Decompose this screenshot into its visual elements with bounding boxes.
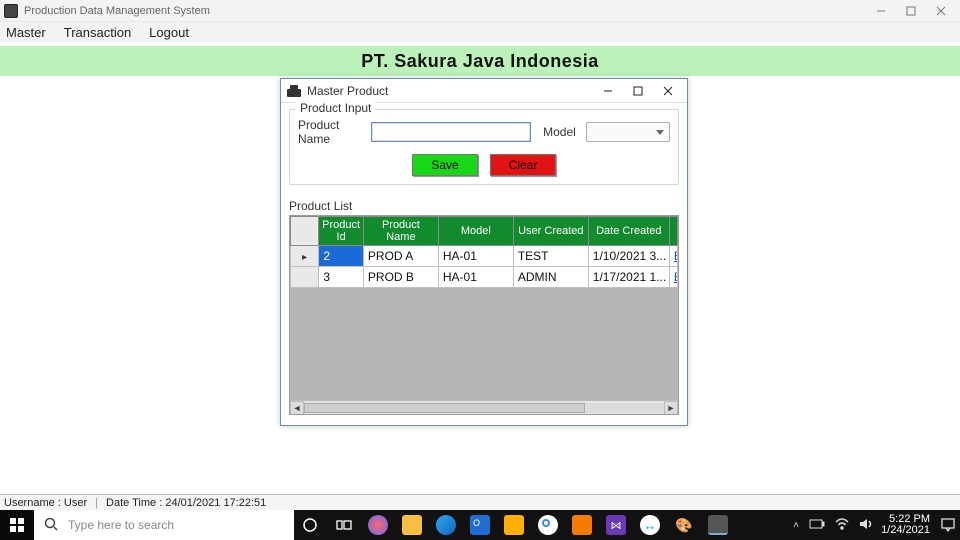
grid-header-model[interactable]: Model	[438, 217, 513, 246]
grid-corner[interactable]	[291, 217, 319, 246]
product-grid[interactable]: Product Id Product Name Model User Creat…	[289, 215, 679, 415]
dialog-maximize-button[interactable]	[625, 81, 651, 101]
cortana-icon[interactable]	[300, 515, 320, 535]
paint-icon[interactable]: 🎨	[674, 515, 694, 535]
product-input-group-title: Product Input	[296, 101, 375, 115]
menu-master[interactable]: Master	[6, 25, 46, 40]
dialog-title: Master Product	[307, 84, 595, 98]
row-header[interactable]	[291, 267, 319, 288]
grid-horizontal-scrollbar[interactable]: ◄ ►	[290, 400, 678, 414]
row-header[interactable]	[291, 246, 319, 267]
status-username-value: User	[64, 497, 87, 509]
cell-extra[interactable]: E	[669, 246, 677, 267]
app-icon	[4, 4, 18, 18]
window-title: Production Data Management System	[24, 5, 866, 17]
grid-header-product-name[interactable]: Product Name	[363, 217, 438, 246]
action-center-icon[interactable]	[936, 510, 960, 540]
status-datetime-label: Date Time :	[106, 497, 162, 509]
table-row[interactable]: 2 PROD A HA-01 TEST 1/10/2021 3... E	[291, 246, 678, 267]
outlook-icon[interactable]: O	[470, 515, 490, 535]
taskbar-search[interactable]: Type here to search	[34, 510, 294, 540]
sound-icon[interactable]	[859, 518, 873, 533]
this-app-taskbar-icon[interactable]	[708, 515, 728, 535]
product-input-group: Product Input Product Name Model Save Cl…	[289, 109, 679, 185]
start-button[interactable]	[0, 510, 34, 540]
chrome-icon[interactable]	[538, 515, 558, 535]
cell-date-created[interactable]: 1/17/2021 1...	[588, 267, 669, 288]
taskbar-date: 1/24/2021	[881, 525, 930, 536]
cell-extra[interactable]: E	[669, 267, 677, 288]
grid-header-user-created[interactable]: User Created	[513, 217, 588, 246]
edge-icon[interactable]	[436, 515, 456, 535]
cell-model[interactable]: HA-01	[438, 246, 513, 267]
tray-expand-icon[interactable]: ˄	[793, 520, 799, 531]
cell-date-created[interactable]: 1/10/2021 3...	[588, 246, 669, 267]
paint3d-icon[interactable]	[368, 515, 388, 535]
teamviewer-icon[interactable]: ↔	[640, 515, 660, 535]
scroll-thumb[interactable]	[304, 403, 585, 413]
store-icon[interactable]	[504, 515, 524, 535]
menu-logout[interactable]: Logout	[149, 25, 189, 40]
product-name-label: Product Name	[298, 118, 365, 146]
visual-studio-icon[interactable]: ⋈	[606, 515, 626, 535]
status-username-label: Username :	[4, 497, 61, 509]
cell-product-id[interactable]: 3	[319, 267, 364, 288]
company-banner: PT. Sakura Java Indonesia	[0, 46, 960, 76]
scroll-left-arrow-icon[interactable]: ◄	[290, 401, 304, 415]
statusbar: Username : User | Date Time : 24/01/2021…	[0, 494, 960, 510]
cell-model[interactable]: HA-01	[438, 267, 513, 288]
file-explorer-icon[interactable]	[402, 515, 422, 535]
model-label: Model	[543, 125, 576, 139]
wifi-icon[interactable]	[835, 518, 849, 533]
taskbar-search-placeholder: Type here to search	[68, 518, 174, 532]
clear-button[interactable]: Clear	[490, 154, 556, 176]
cell-product-name[interactable]: PROD B	[363, 267, 438, 288]
grid-header-extra[interactable]	[669, 217, 677, 246]
save-button[interactable]: Save	[412, 154, 478, 176]
battery-icon[interactable]	[809, 519, 825, 532]
product-name-input[interactable]	[371, 122, 531, 142]
xampp-icon[interactable]	[572, 515, 592, 535]
grid-header-product-id[interactable]: Product Id	[319, 217, 364, 246]
menu-transaction[interactable]: Transaction	[64, 25, 131, 40]
task-view-icon[interactable]	[334, 515, 354, 535]
briefcase-icon	[287, 85, 301, 97]
cell-product-id[interactable]: 2	[319, 246, 364, 267]
window-close-button[interactable]	[926, 0, 956, 22]
window-maximize-button[interactable]	[896, 0, 926, 22]
grid-header-date-created[interactable]: Date Created	[588, 217, 669, 246]
product-list-label: Product List	[289, 199, 679, 213]
cell-user-created[interactable]: ADMIN	[513, 267, 588, 288]
cell-user-created[interactable]: TEST	[513, 246, 588, 267]
scroll-right-arrow-icon[interactable]: ►	[664, 401, 678, 415]
dialog-minimize-button[interactable]	[595, 81, 621, 101]
dialog-close-button[interactable]	[655, 81, 681, 101]
taskbar-clock[interactable]: 5:22 PM 1/24/2021	[881, 514, 936, 536]
scroll-track[interactable]	[304, 403, 664, 413]
master-product-dialog: Master Product Product Input Product Nam…	[280, 78, 688, 426]
menubar: Master Transaction Logout	[0, 22, 960, 42]
window-minimize-button[interactable]	[866, 0, 896, 22]
cell-product-name[interactable]: PROD A	[363, 246, 438, 267]
status-datetime-value: 24/01/2021 17:22:51	[165, 497, 266, 509]
table-row[interactable]: 3 PROD B HA-01 ADMIN 1/17/2021 1... E	[291, 267, 678, 288]
model-select[interactable]	[586, 122, 670, 142]
search-icon	[44, 517, 58, 534]
taskbar: Type here to search O ⋈ ↔ 🎨 ˄ 5:22 PM	[0, 510, 960, 540]
